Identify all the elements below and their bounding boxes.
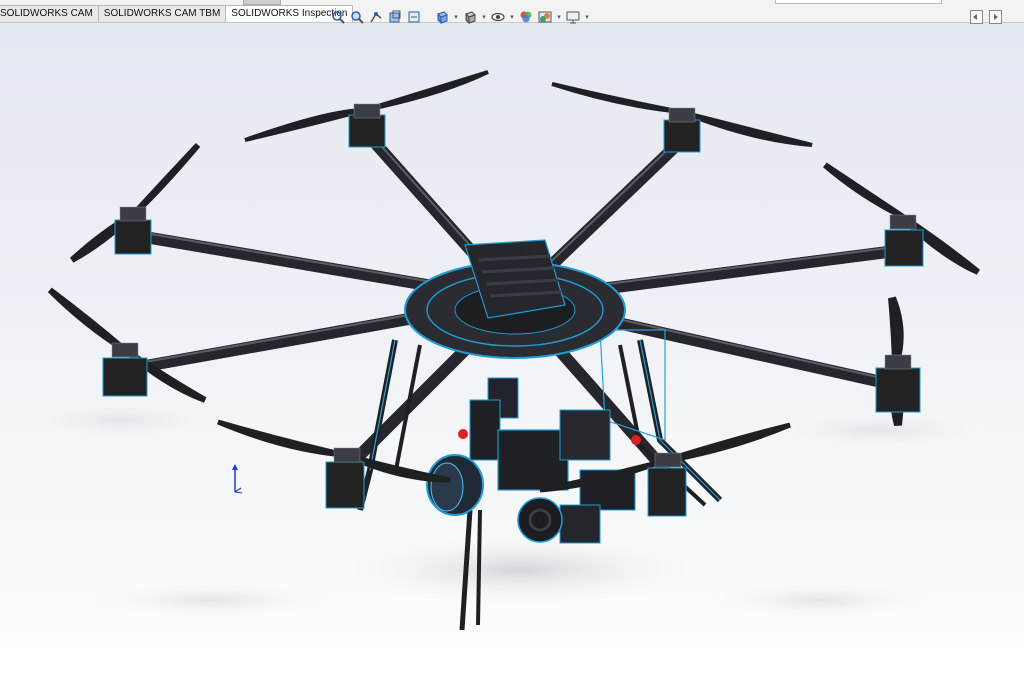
section-view-icon[interactable] [387,9,403,25]
motor-right-lower [875,296,921,427]
previous-view-icon[interactable] [368,9,384,25]
motor-left-lower [47,287,207,403]
heads-up-view-toolbar: ▾ ▾ ▾ ▾ ▾ [330,8,590,26]
view-settings-icon[interactable] [565,9,581,25]
zoom-to-fit-icon[interactable] [330,9,346,25]
viewport-window-buttons [970,10,1002,24]
view-orientation-dropdown-icon[interactable]: ▾ [453,13,459,21]
motor-front-left [244,70,489,148]
apply-scene-dropdown-icon[interactable]: ▾ [556,13,562,21]
graphics-area[interactable] [0,0,1024,692]
view-settings-dropdown-icon[interactable]: ▾ [584,13,590,21]
motor-front-right [551,82,813,153]
display-style-icon[interactable] [462,9,478,25]
display-style-dropdown-icon[interactable]: ▾ [481,13,487,21]
center-plate [404,239,626,359]
motor-rear-left [217,419,451,509]
collapse-left-icon[interactable] [970,10,983,24]
hide-show-dropdown-icon[interactable]: ▾ [509,13,515,21]
edit-appearance-icon[interactable] [518,9,534,25]
zoom-to-area-icon[interactable] [349,9,365,25]
reference-triad-icon [232,464,243,494]
apply-scene-icon[interactable] [537,9,553,25]
hide-show-items-icon[interactable] [490,9,506,25]
view-orientation-icon[interactable] [434,9,450,25]
expand-right-icon[interactable] [989,10,1002,24]
dynamic-annotation-icon[interactable] [406,9,422,25]
